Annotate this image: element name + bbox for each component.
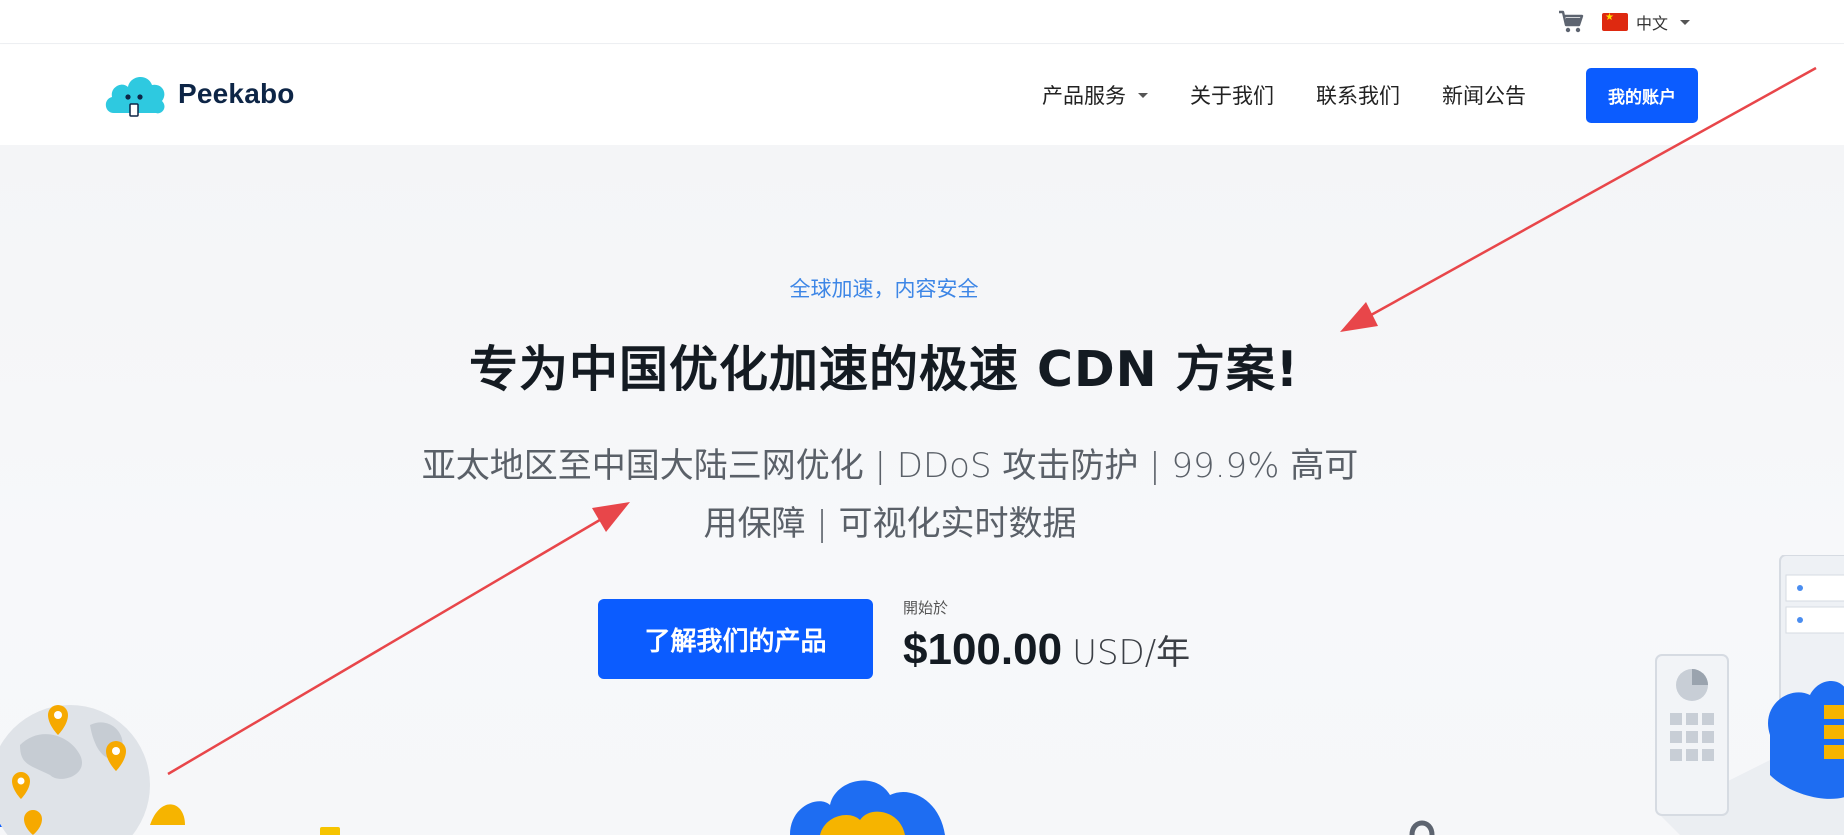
hero-eyebrow: 全球加速，内容安全 bbox=[789, 277, 979, 301]
price-amount: $100.00 bbox=[903, 625, 1063, 674]
main-header: Peekabo 产品服务 关于我们 联系我们 新闻公告 我的账户 bbox=[0, 45, 1844, 145]
server-illustration bbox=[1655, 555, 1844, 835]
globe-illustration bbox=[0, 705, 185, 835]
chain-icon bbox=[1409, 820, 1435, 835]
brand-logo[interactable]: Peekabo bbox=[102, 69, 295, 119]
language-label: 中文 bbox=[1636, 14, 1669, 33]
brand-name: Peekabo bbox=[178, 78, 295, 109]
nav-label: 产品服务 bbox=[1042, 84, 1126, 108]
nav-label: 联系我们 bbox=[1316, 84, 1400, 108]
cloud-illustration bbox=[790, 780, 945, 835]
price-block: $100.00 USD/年 bbox=[903, 625, 1190, 675]
chevron-down-icon bbox=[1680, 19, 1691, 25]
price-label: 開始於 bbox=[903, 599, 949, 617]
hero-section: 全球加速，内容安全 专为中国优化加速的极速 CDN 方案! 亚太地区至中国大陆三… bbox=[0, 145, 1844, 835]
hero-headline: 专为中国优化加速的极速 CDN 方案! bbox=[468, 341, 1300, 398]
top-utility-bar: 中文 bbox=[0, 0, 1844, 44]
nav-item-contact[interactable]: 联系我们 bbox=[1316, 80, 1400, 110]
nav-item-about[interactable]: 关于我们 bbox=[1190, 80, 1274, 110]
cloud-mascot-icon bbox=[105, 76, 165, 117]
my-account-button[interactable]: 我的账户 bbox=[1586, 68, 1698, 123]
shopping-cart-icon bbox=[1559, 10, 1584, 33]
cart-button[interactable] bbox=[1556, 8, 1586, 36]
learn-products-button[interactable]: 了解我们的产品 bbox=[598, 599, 873, 679]
china-flag-icon bbox=[1602, 12, 1628, 31]
main-nav: 产品服务 关于我们 联系我们 新闻公告 bbox=[1042, 45, 1526, 145]
language-selector[interactable]: 中文 bbox=[1602, 8, 1691, 36]
nav-label: 新闻公告 bbox=[1442, 84, 1526, 108]
chevron-down-icon bbox=[1138, 92, 1148, 98]
nav-item-news[interactable]: 新闻公告 bbox=[1442, 80, 1526, 110]
nav-label: 关于我们 bbox=[1190, 84, 1274, 108]
nav-item-products[interactable]: 产品服务 bbox=[1042, 80, 1148, 110]
hero-subline: 亚太地区至中国大陆三网优化 | DDoS 攻击防护 | 99.9% 高可用保障 … bbox=[421, 446, 1359, 544]
price-unit: USD/年 bbox=[1072, 633, 1191, 673]
decorative-shape bbox=[320, 827, 340, 835]
